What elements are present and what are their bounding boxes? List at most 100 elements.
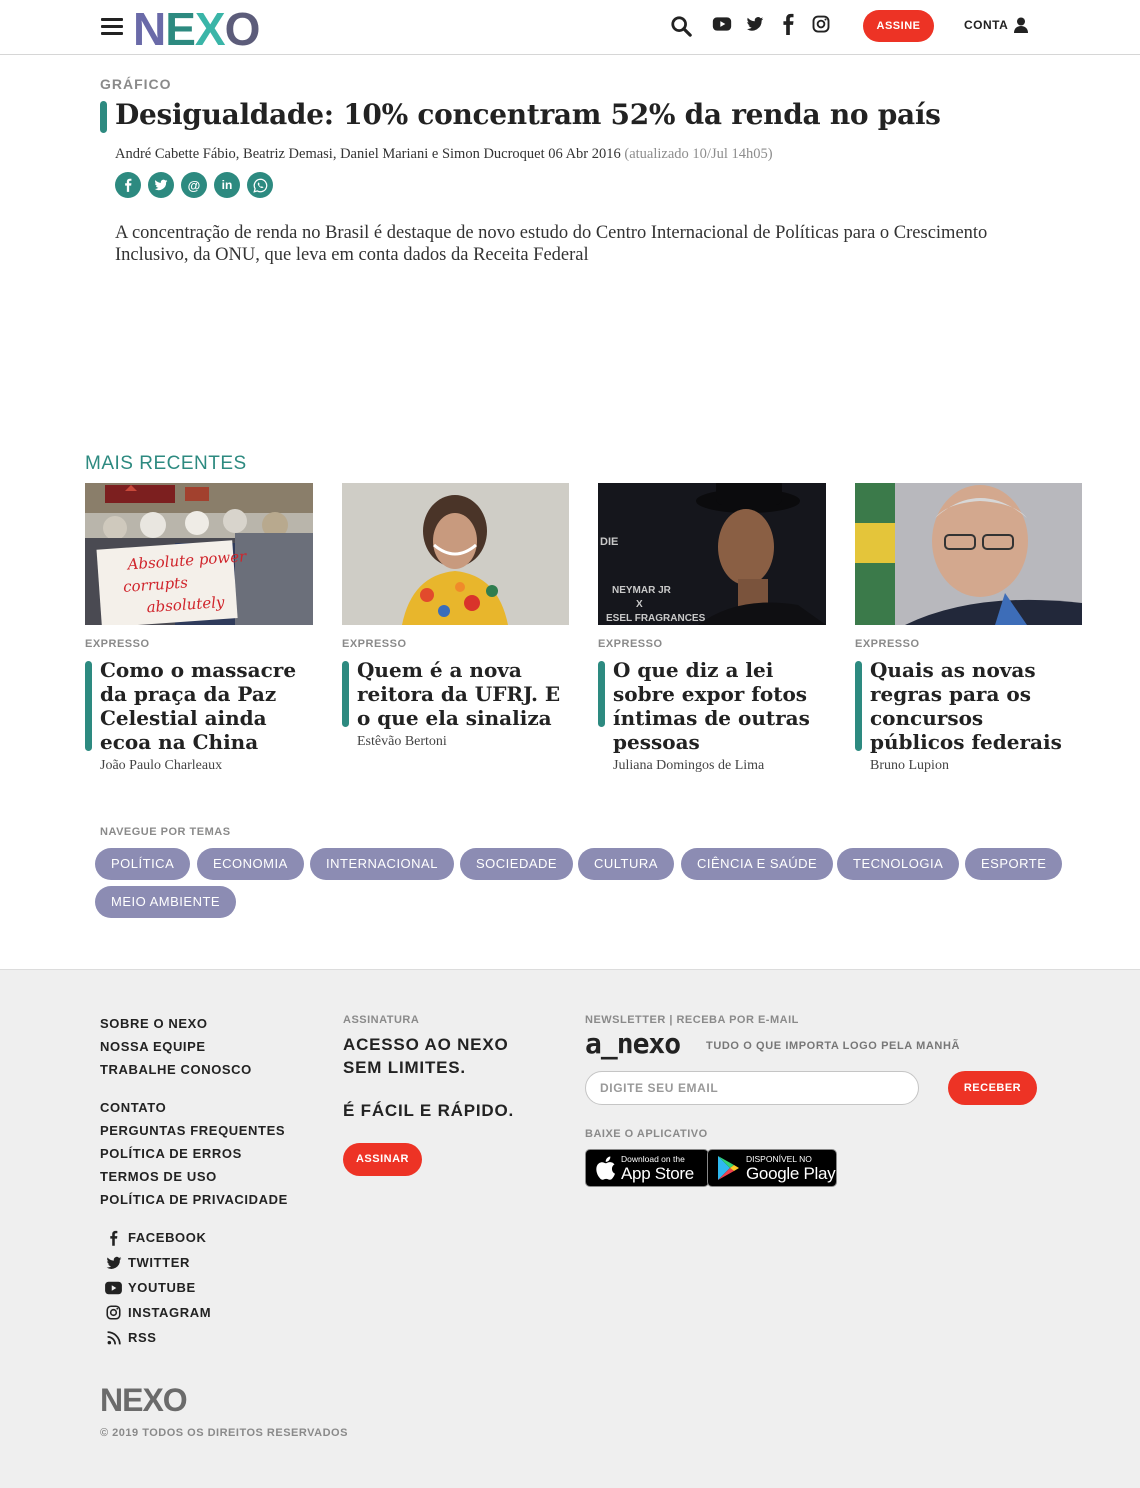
- card-accent-bar: [85, 661, 92, 751]
- recent-card: EXPRESSO Quem é a nova reitora da UFRJ. …: [342, 483, 569, 750]
- card-author: João Paulo Charleaux: [100, 758, 223, 773]
- backdrop-text: DIE: [600, 536, 618, 548]
- backdrop-text: NEYMAR JR: [612, 585, 672, 596]
- social-label: TWITTER: [128, 1255, 190, 1270]
- footer-social-instagram[interactable]: INSTAGRAM: [105, 1304, 211, 1321]
- youtube-icon[interactable]: [712, 13, 732, 35]
- footer-link-trabalhe[interactable]: TRABALHE CONOSCO: [100, 1062, 252, 1077]
- googleplay-small-text: DISPONÍVEL NO: [746, 1153, 812, 1164]
- footer-link-erros[interactable]: POLÍTICA DE ERROS: [100, 1146, 242, 1161]
- article-kicker: GRÁFICO: [100, 76, 172, 92]
- article-title: Desigualdade: 10% concentram 52% da rend…: [115, 98, 941, 131]
- menu-icon[interactable]: [101, 18, 123, 36]
- card-image[interactable]: [855, 483, 1082, 625]
- newsletter-tagline: TUDO O QUE IMPORTA LOGO PELA MANHÃ: [706, 1040, 961, 1052]
- footer-logo-text: NEXO: [100, 1384, 187, 1414]
- share-buttons: @ in: [115, 172, 273, 198]
- topic-tecnologia[interactable]: TECNOLOGIA: [837, 848, 960, 880]
- twitter-icon[interactable]: [746, 13, 764, 35]
- title-accent-bar: [100, 101, 107, 133]
- youtube-icon: [105, 1279, 122, 1296]
- subscription-label: ASSINATURA: [343, 1014, 420, 1026]
- app-download-label: BAIXE O APLICATIVO: [585, 1128, 708, 1140]
- social-label: RSS: [128, 1330, 157, 1345]
- topic-meio-ambiente[interactable]: MEIO AMBIENTE: [95, 886, 237, 918]
- card-title-link[interactable]: O que diz a lei sobre expor fotos íntima…: [613, 658, 826, 754]
- card-headline: Como o massacre da praça da Paz Celestia…: [85, 658, 313, 754]
- newsletter-logo: a_nexo: [585, 1027, 681, 1060]
- card-image[interactable]: Absolute power corrupts absolutely: [85, 483, 313, 625]
- rss-icon: [105, 1329, 122, 1346]
- subscription-line2: SEM LIMITES.: [343, 1058, 466, 1077]
- card-image[interactable]: DIE NEYMAR JR X ESEL FRAGRANCES: [598, 483, 826, 625]
- user-icon: [1014, 17, 1029, 33]
- card-headline: O que diz a lei sobre expor fotos íntima…: [598, 658, 826, 754]
- share-facebook-icon[interactable]: [115, 172, 141, 198]
- facebook-icon[interactable]: [781, 13, 795, 35]
- instagram-icon[interactable]: [812, 13, 830, 35]
- card-kicker: EXPRESSO: [85, 638, 150, 650]
- google-play-badge[interactable]: DISPONÍVEL NO Google Play: [707, 1149, 837, 1187]
- backdrop-text: X: [636, 599, 643, 610]
- footer-link-privacidade[interactable]: POLÍTICA DE PRIVACIDADE: [100, 1192, 288, 1207]
- card-image[interactable]: [342, 483, 569, 625]
- card-headline: Quais as novas regras para os concursos …: [855, 658, 1082, 754]
- twitter-icon: [105, 1254, 122, 1271]
- footer-link-faq[interactable]: PERGUNTAS FREQUENTES: [100, 1123, 285, 1138]
- card-kicker: EXPRESSO: [598, 638, 663, 650]
- top-navigation-bar: NEXO ASSINE CONTA: [0, 0, 1140, 55]
- share-linkedin-icon[interactable]: in: [214, 172, 240, 198]
- byline-authors: André Cabette Fábio, Beatriz Demasi, Dan…: [115, 146, 621, 162]
- recent-card: EXPRESSO Quais as novas regras para os c…: [855, 483, 1082, 774]
- newsletter-email-input[interactable]: [585, 1071, 919, 1105]
- appstore-small-text: Download on the: [621, 1153, 685, 1164]
- apple-icon: [596, 1156, 615, 1180]
- nexo-logo[interactable]: NEXO: [133, 6, 293, 50]
- appstore-big-text: App Store: [621, 1163, 694, 1183]
- footer-link-termos[interactable]: TERMOS DE USO: [100, 1169, 217, 1184]
- app-store-badge[interactable]: Download on the App Store: [585, 1149, 709, 1187]
- google-play-icon: [718, 1156, 739, 1180]
- topic-politica[interactable]: POLÍTICA: [95, 848, 191, 880]
- copyright: © 2019 TODOS OS DIREITOS RESERVADOS: [100, 1427, 348, 1439]
- topic-cultura[interactable]: CULTURA: [578, 848, 674, 880]
- card-title-link[interactable]: Quem é a nova reitora da UFRJ. E o que e…: [357, 658, 569, 730]
- backdrop-text: ESEL FRAGRANCES: [606, 613, 706, 624]
- card-accent-bar: [598, 661, 605, 727]
- topic-economia[interactable]: ECONOMIA: [197, 848, 304, 880]
- recent-card: DIE NEYMAR JR X ESEL FRAGRANCES EXPRESSO…: [598, 483, 826, 774]
- footer-social-twitter[interactable]: TWITTER: [105, 1254, 190, 1271]
- card-title-link[interactable]: Quais as novas regras para os concursos …: [870, 658, 1082, 754]
- subscribe-button[interactable]: ASSINE: [863, 10, 934, 42]
- googleplay-big-text: Google Play: [746, 1163, 836, 1183]
- footer-link-equipe[interactable]: NOSSA EQUIPE: [100, 1039, 206, 1054]
- svg-text:NEXO: NEXO: [133, 6, 259, 50]
- share-whatsapp-icon[interactable]: [247, 172, 273, 198]
- footer-link-sobre[interactable]: SOBRE O NEXO: [100, 1016, 208, 1031]
- account-label: CONTA: [964, 18, 1009, 32]
- footer-social-facebook[interactable]: FACEBOOK: [105, 1229, 206, 1246]
- article-lede: A concentração de renda no Brasil é dest…: [115, 223, 988, 265]
- topic-ciencia-e-saude[interactable]: CIÊNCIA E SAÚDE: [681, 848, 834, 880]
- share-email-icon[interactable]: @: [181, 172, 207, 198]
- footer-social-youtube[interactable]: YOUTUBE: [105, 1279, 196, 1296]
- topic-internacional[interactable]: INTERNACIONAL: [310, 848, 454, 880]
- search-icon[interactable]: [670, 15, 692, 37]
- recent-section-title: MAIS RECENTES: [85, 453, 247, 474]
- newsletter-label: NEWSLETTER | RECEBA POR E-MAIL: [585, 1014, 799, 1026]
- card-accent-bar: [855, 661, 862, 751]
- footer-nexo-logo[interactable]: NEXO: [100, 1384, 214, 1414]
- footer-social-rss[interactable]: RSS: [105, 1329, 157, 1346]
- card-author: Estêvão Bertoni: [357, 734, 447, 749]
- card-title-link[interactable]: Como o massacre da praça da Paz Celestia…: [100, 658, 313, 754]
- card-kicker: EXPRESSO: [855, 638, 920, 650]
- card-accent-bar: [342, 661, 349, 727]
- footer-link-contato[interactable]: CONTATO: [100, 1100, 166, 1115]
- account-menu[interactable]: CONTA: [964, 14, 1029, 36]
- byline-updated: (atualizado 10/Jul 14h05): [624, 146, 773, 162]
- subscribe-footer-button[interactable]: ASSINAR: [343, 1143, 422, 1176]
- newsletter-submit-button[interactable]: RECEBER: [948, 1071, 1037, 1105]
- share-twitter-icon[interactable]: [148, 172, 174, 198]
- topic-sociedade[interactable]: SOCIEDADE: [460, 848, 574, 880]
- topic-esporte[interactable]: ESPORTE: [965, 848, 1063, 880]
